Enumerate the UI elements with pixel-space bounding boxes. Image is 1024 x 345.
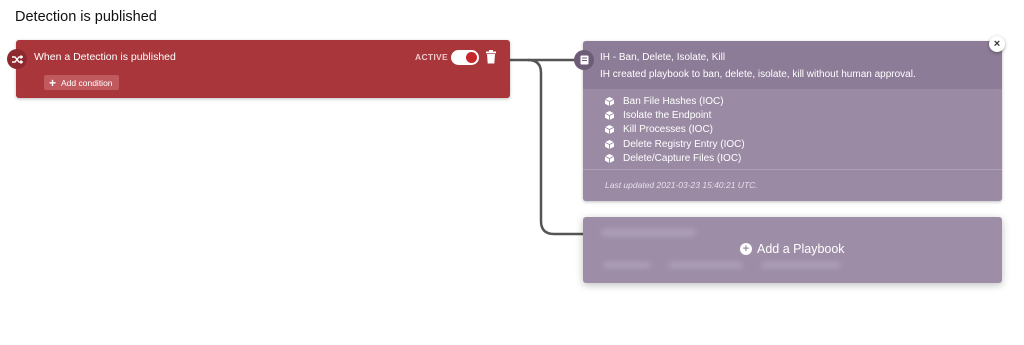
playbook-icon [574,50,594,70]
cube-icon [605,125,614,135]
playbook-description: IH created playbook to ban, delete, isol… [600,69,916,80]
action-label: Delete Registry Entry (IOC) [623,138,745,150]
active-toggle[interactable] [451,50,479,65]
add-condition-label: Add condition [61,77,113,88]
playbook-title: IH - Ban, Delete, Isolate, Kill [600,52,726,63]
list-item: Isolate the Endpoint [605,108,745,122]
blurred-text [603,262,651,268]
blurred-text [668,262,743,268]
action-label: Isolate the Endpoint [623,109,712,121]
shuffle-icon [7,49,27,69]
close-icon[interactable]: × [989,36,1005,52]
trigger-title: When a Detection is published [34,51,176,63]
cube-icon [605,153,614,163]
status-label: ACTIVE [415,52,448,62]
playbook-action-list: Ban File Hashes (IOC) Isolate the Endpoi… [605,94,745,165]
trigger-card[interactable]: When a Detection is published ACTIVE + A… [16,40,510,98]
divider [583,169,1002,170]
blurred-text [761,262,841,268]
toggle-knob [466,52,477,63]
plus-icon: + [49,75,57,90]
list-item: Ban File Hashes (IOC) [605,94,745,108]
action-label: Delete/Capture Files (IOC) [623,152,742,164]
page-title: Detection is published [15,9,157,25]
action-label: Kill Processes (IOC) [623,124,714,136]
add-playbook-button[interactable]: + Add a Playbook [740,242,845,256]
cube-icon [605,96,614,106]
plus-circle-icon: + [740,243,752,255]
list-item: Delete/Capture Files (IOC) [605,151,745,165]
trash-icon[interactable] [485,50,497,64]
list-item: Delete Registry Entry (IOC) [605,137,745,151]
add-condition-button[interactable]: + Add condition [44,75,119,90]
list-item: Kill Processes (IOC) [605,123,745,137]
playbook-card[interactable]: IH - Ban, Delete, Isolate, Kill IH creat… [583,41,1002,201]
last-updated: Last updated 2021-03-23 15:40:21 UTC. [605,180,758,190]
add-playbook-label: Add a Playbook [757,242,845,256]
action-label: Ban File Hashes (IOC) [623,95,724,107]
blurred-text [601,229,696,236]
cube-icon [605,139,614,149]
cube-icon [605,110,614,120]
playbook-header: IH - Ban, Delete, Isolate, Kill IH creat… [583,41,1002,89]
